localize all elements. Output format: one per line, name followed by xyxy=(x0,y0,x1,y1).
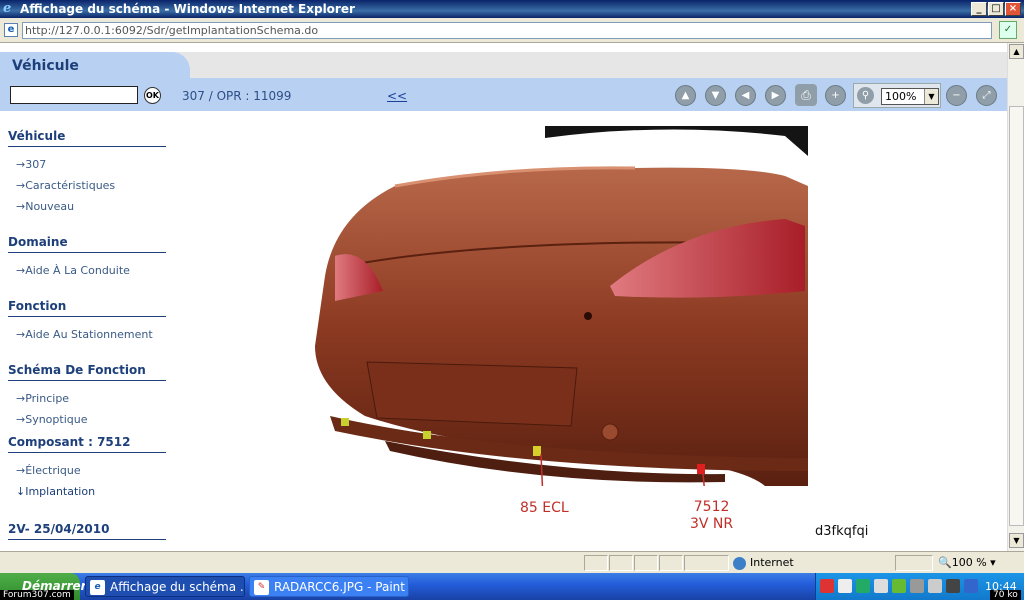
tray-app-icon[interactable] xyxy=(910,579,924,593)
section-domaine: Domaine xyxy=(8,235,166,253)
section-vehicule: Véhicule xyxy=(8,129,166,147)
sidebar-item-aide-stationnement[interactable]: →Aide Au Stationnement xyxy=(16,328,153,341)
vertical-scrollbar[interactable]: ▲ ▼ xyxy=(1007,43,1024,551)
sidebar-item-electrique[interactable]: →Électrique xyxy=(16,464,81,477)
status-panel xyxy=(684,555,729,571)
zoom-out-icon[interactable]: − xyxy=(946,85,967,106)
down-arrow-icon[interactable]: ▼ xyxy=(705,85,726,106)
task-paint[interactable]: ✎ RADARCC6.JPG - Paint xyxy=(249,576,409,597)
callout-7512-line1: 7512 xyxy=(693,499,730,515)
zoom-select[interactable]: 100% ▼ xyxy=(881,88,939,105)
car-rear-schema-image xyxy=(315,126,808,486)
globe-icon xyxy=(733,556,746,570)
page-content: Véhicule OK 307 / OPR : 11099 << ▲ ▼ ◀ ▶… xyxy=(0,43,1007,551)
tray-network-icon[interactable] xyxy=(856,579,870,593)
watermark-left: Forum307.com xyxy=(0,590,74,600)
section-composant: Composant : 7512 xyxy=(8,435,166,453)
protected-mode-icon[interactable] xyxy=(895,555,933,571)
scroll-thumb[interactable] xyxy=(1009,106,1024,526)
sidebar-item-implantation[interactable]: ↓Implantation xyxy=(16,485,95,498)
browser-window: e Affichage du schéma - Windows Internet… xyxy=(0,0,1024,600)
scroll-up-icon[interactable]: ▲ xyxy=(1009,44,1024,59)
address-bar: e http://127.0.0.1:6092/Sdr/getImplantat… xyxy=(0,18,1024,43)
search-input[interactable] xyxy=(10,86,138,104)
zoom-value: 100% xyxy=(885,90,917,103)
minimize-button[interactable]: _ xyxy=(971,2,987,16)
watermark-right: 70 ko xyxy=(990,590,1021,600)
ok-button[interactable]: OK xyxy=(144,87,161,104)
left-arrow-icon[interactable]: ◀ xyxy=(735,85,756,106)
right-arrow-icon[interactable]: ▶ xyxy=(765,85,786,106)
section-fonction: Fonction xyxy=(8,299,166,317)
status-panel xyxy=(609,555,633,571)
status-panel xyxy=(659,555,683,571)
task-affichage-schema[interactable]: e Affichage du schéma ... xyxy=(85,576,245,597)
security-zone: Internet xyxy=(733,555,794,571)
taskbar: Démarrer e Affichage du schéma ... ✎ RAD… xyxy=(0,573,1024,600)
back-link[interactable]: << xyxy=(387,89,407,103)
ie-logo-icon: e xyxy=(90,580,105,595)
status-zoom[interactable]: 🔍100 % ▾ xyxy=(938,555,996,571)
close-button[interactable]: × xyxy=(1005,2,1021,16)
tray-app-icon[interactable] xyxy=(946,579,960,593)
tray-app-icon[interactable] xyxy=(964,579,978,593)
callout-7512: 7512 3V NR xyxy=(690,499,733,533)
status-panel xyxy=(634,555,658,571)
sidebar-item-synoptique[interactable]: →Synoptique xyxy=(16,413,88,426)
zoom-control: ⚲ 100% ▼ xyxy=(853,83,941,108)
sidebar-item-principe[interactable]: →Principe xyxy=(16,392,69,405)
vehicle-info: 307 / OPR : 11099 xyxy=(182,89,292,103)
status-panel xyxy=(584,555,608,571)
sidebar-item-nouveau[interactable]: →Nouveau xyxy=(16,200,74,213)
tray-app-icon[interactable] xyxy=(838,579,852,593)
tray-volume-icon[interactable] xyxy=(874,579,888,593)
scroll-down-icon[interactable]: ▼ xyxy=(1009,533,1024,548)
callout-85-ecl: 85 ECL xyxy=(520,500,569,516)
paint-icon: ✎ xyxy=(254,580,269,595)
section-schema-fonction: Schéma De Fonction xyxy=(8,363,166,381)
zoom-in-icon[interactable]: + xyxy=(825,85,846,106)
sidebar-item-307[interactable]: →307 xyxy=(16,158,46,171)
ie-logo-icon: e xyxy=(3,1,12,16)
sidebar-item-caracteristiques[interactable]: →Caractéristiques xyxy=(16,179,115,192)
magnifier-icon[interactable]: ⚲ xyxy=(857,87,874,104)
section-version: 2V- 25/04/2010 xyxy=(8,522,166,540)
app-toolbar: OK 307 / OPR : 11099 << ▲ ▼ ◀ ▶ ⎙ + ⚲ 10… xyxy=(0,78,1007,111)
callout-7512-line2: 3V NR xyxy=(690,516,734,532)
schema-code: d3fkqfqi xyxy=(815,524,869,539)
tray-app-icon[interactable] xyxy=(892,579,906,593)
go-icon[interactable]: ✓ xyxy=(999,21,1017,39)
tab-vehicule[interactable]: Véhicule xyxy=(0,52,190,78)
status-bar: Internet 🔍100 % ▾ xyxy=(0,551,1024,573)
up-arrow-icon[interactable]: ▲ xyxy=(675,85,696,106)
fit-to-screen-icon[interactable]: ⤢ xyxy=(976,85,997,106)
maximize-button[interactable]: □ xyxy=(988,2,1004,16)
chevron-down-icon[interactable]: ▼ xyxy=(924,89,938,104)
page-icon: e xyxy=(4,23,18,37)
sidebar: Véhicule →307 →Caractéristiques →Nouveau… xyxy=(0,113,172,551)
tray-app-icon[interactable] xyxy=(928,579,942,593)
title-bar: e Affichage du schéma - Windows Internet… xyxy=(0,0,1024,18)
sidebar-item-aide-conduite[interactable]: →Aide À La Conduite xyxy=(16,264,130,277)
url-field[interactable]: http://127.0.0.1:6092/Sdr/getImplantatio… xyxy=(22,22,992,39)
window-title: Affichage du schéma - Windows Internet E… xyxy=(20,2,355,16)
tab-title: Véhicule xyxy=(12,58,79,74)
print-icon[interactable]: ⎙ xyxy=(795,84,817,106)
tray-app-icon[interactable] xyxy=(820,579,834,593)
